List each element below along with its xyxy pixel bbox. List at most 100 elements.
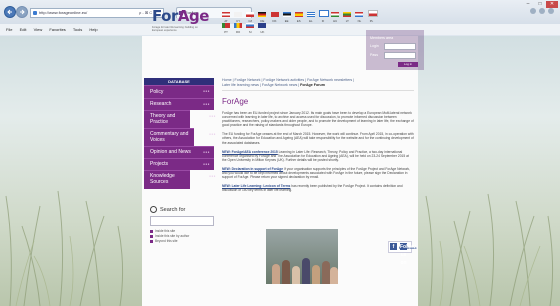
flag-si[interactable]: SI (246, 23, 255, 34)
dots-icon: ●●● (209, 174, 216, 178)
sidebar-item-policy[interactable]: Policy ●●● (144, 85, 214, 98)
close-window-button[interactable]: ✕ (546, 1, 558, 8)
login-button[interactable]: Log in (398, 62, 418, 67)
menu-edit[interactable]: Edit (20, 24, 27, 35)
search-label: Search for (160, 206, 186, 213)
radio-icon (150, 234, 153, 238)
radio-icon (150, 239, 153, 243)
sidebar-item-label: Commentary and Voices (150, 131, 189, 143)
flag-pt[interactable]: PT (222, 23, 230, 34)
flag-dk-icon (270, 12, 279, 17)
sidebar-item-theory[interactable]: Theory and Practice ●●● (144, 110, 216, 128)
maximize-button[interactable]: □ (534, 1, 546, 8)
address-url: http://www.forageonline.eu/ (39, 10, 88, 15)
flag-uk-icon (258, 23, 267, 28)
flag-at[interactable]: AT (222, 12, 230, 23)
back-button[interactable] (4, 6, 16, 18)
menu-help[interactable]: Help (89, 24, 97, 35)
sidebar-item-label: Projects (150, 161, 169, 167)
flag-hu-icon (331, 12, 340, 17)
breadcrumb[interactable]: Home | ForAge Network | ForAge Network a… (222, 78, 414, 91)
sidebar: DATABASE Policy ●●● Research ●●● Theory an… (144, 78, 216, 189)
flag-fi[interactable]: FI (319, 10, 329, 23)
flag-ee-icon (282, 12, 291, 17)
flag-pl[interactable]: PL (367, 10, 378, 23)
dots-icon: ●●● (209, 114, 216, 118)
password-input[interactable] (384, 52, 416, 59)
lexicon-paragraph: NEW: Later Life Learning: Lexicon of Ter… (222, 184, 403, 193)
flag-at-icon (222, 12, 230, 17)
forage-logo[interactable]: ForAge Forage for later life learning: b… (152, 7, 209, 32)
dots-icon: ●●● (209, 132, 216, 136)
flag-cy-icon (234, 12, 243, 17)
menu-file[interactable]: File (6, 24, 12, 35)
sidebar-item-knowledge[interactable]: Knowledge Sources ●●● (144, 170, 216, 189)
sidebar-item-research[interactable]: Research ●●● (144, 98, 214, 110)
sidebar-item-label: Research (150, 101, 172, 107)
search-panel: Search for Inside this site Inside this … (150, 206, 214, 244)
flag-lt[interactable]: LT (343, 12, 352, 23)
flag-si-icon (246, 23, 255, 28)
menu-tools[interactable]: Tools (73, 24, 82, 35)
logo-tagline: Forage for later life learning: building… (152, 26, 198, 32)
address-bar[interactable]: http://www.forageonline.eu/ ρ - ⊠ C ✕ (30, 8, 164, 18)
tools-gear-icon[interactable] (548, 8, 554, 14)
sidebar-item-label: Opinion and News (150, 149, 191, 155)
login-input[interactable] (384, 43, 416, 50)
flag-cz[interactable]: CZ (246, 12, 255, 23)
favorites-icon[interactable] (539, 8, 545, 14)
sidebar-item-label: Theory and Practice (150, 113, 176, 125)
language-flags: AT CY CZ DE DK EE ES EL FI HU LT NL PL P… (222, 10, 388, 34)
flag-pt-icon (222, 23, 230, 28)
sidebar-item-commentary[interactable]: Commentary and Voices ●●● (144, 128, 216, 146)
declaration-paragraph: NEW: Declaration in support of ForAge If… (222, 166, 411, 180)
facebook-icon: f (390, 243, 397, 250)
conference-photo (266, 229, 338, 284)
flag-el-icon (306, 12, 315, 17)
sidebar-item-projects[interactable]: Projects ●●● (144, 158, 214, 170)
flag-de[interactable]: DE (258, 12, 267, 23)
radio-beyond-site[interactable]: Beyond this site (150, 239, 214, 244)
flag-nl-icon (355, 12, 364, 17)
radio-icon (150, 229, 153, 233)
flag-dk[interactable]: DK (270, 12, 279, 23)
flag-es-icon (294, 12, 303, 17)
flag-el[interactable]: EL (306, 12, 315, 23)
flag-fi-icon (319, 10, 329, 17)
intro-paragraph: ForAge has been an EU-funded project sin… (222, 111, 414, 128)
forward-arrow-icon (20, 9, 25, 15)
menu-view[interactable]: View (34, 24, 43, 35)
flag-ro[interactable]: RO (234, 23, 243, 34)
flag-hu[interactable]: HU (331, 12, 340, 23)
search-icon (150, 206, 157, 213)
dots-icon: ●●● (203, 162, 210, 166)
search-input[interactable] (150, 216, 214, 226)
dots-icon: ●●● (203, 89, 210, 93)
login-label: Login (370, 44, 379, 48)
sidebar-item-label: Knowledge Sources (150, 173, 175, 185)
funding-paragraph: The EU funding for ForAge ceases at the … (222, 132, 414, 145)
facebook-button[interactable]: f Follow us on facebook (388, 241, 417, 266)
sidebar-item-opinion[interactable]: Opinion and News ●●● (144, 146, 214, 158)
home-icon[interactable] (530, 8, 536, 14)
flag-uk[interactable]: UK (258, 23, 267, 34)
logo-age: Age (177, 7, 210, 25)
flag-nl[interactable]: NL (355, 12, 364, 23)
sidebar-item-label: Policy (150, 89, 164, 95)
browser-toolbar-icons (527, 8, 554, 15)
conference-paragraph: NEW: ForAge/AEA conference 2015 Learning… (222, 149, 409, 162)
flag-ee[interactable]: EE (282, 12, 291, 23)
breadcrumb-current: ForAge Forum (300, 83, 325, 87)
forward-button[interactable] (16, 6, 28, 18)
flag-cz-icon (246, 12, 255, 17)
login-heading: Members area (370, 36, 394, 40)
flag-lt-icon (343, 12, 352, 17)
minimize-button[interactable]: – (522, 1, 534, 8)
logo-for: For (152, 7, 178, 25)
flag-es[interactable]: ES (294, 12, 303, 23)
page-icon (33, 11, 37, 15)
main-content: Home | ForAge Network | ForAge Network a… (222, 78, 414, 197)
flag-cy[interactable]: CY (234, 12, 243, 23)
menu-favorites[interactable]: Favorites (49, 24, 65, 35)
sidebar-heading: DATABASE (144, 78, 214, 85)
